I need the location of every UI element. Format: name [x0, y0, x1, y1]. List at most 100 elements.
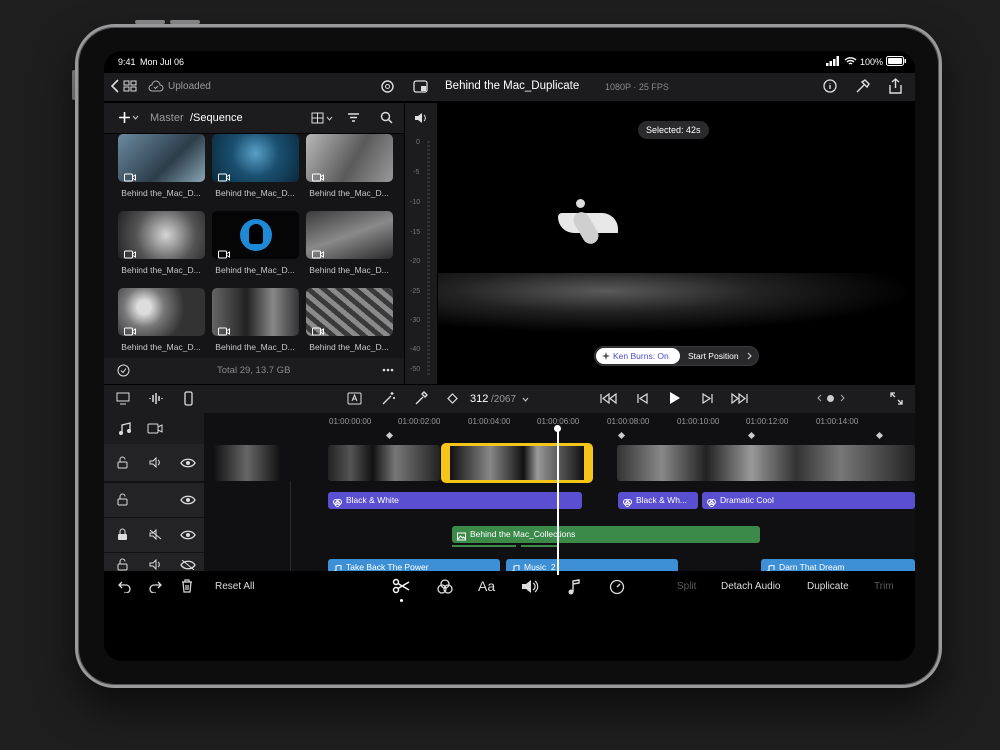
duplicate-button[interactable]: Duplicate — [807, 581, 849, 592]
trash-icon[interactable] — [181, 579, 193, 593]
phone-icon[interactable] — [184, 391, 193, 406]
select-check-icon[interactable] — [117, 364, 130, 377]
mute-icon[interactable] — [149, 529, 162, 540]
magic-wand-icon[interactable] — [381, 391, 396, 406]
music-icon[interactable] — [118, 422, 132, 436]
music-note-icon — [766, 563, 775, 571]
monitor-icon[interactable] — [116, 392, 130, 405]
media-thumb[interactable] — [306, 288, 393, 336]
eyedropper-icon[interactable] — [414, 391, 428, 406]
info-icon[interactable] — [823, 79, 837, 93]
audio-clip-darn-that-dream[interactable]: Darn That Dream — [761, 559, 915, 571]
playhead-knob[interactable] — [554, 425, 561, 432]
settings-icon[interactable] — [380, 79, 395, 94]
volume-icon[interactable] — [149, 559, 162, 570]
water-reflection — [438, 273, 915, 333]
volume-icon[interactable] — [414, 112, 428, 124]
video-clip[interactable] — [617, 445, 915, 481]
share-icon[interactable] — [889, 78, 902, 94]
keyframe-icon[interactable] — [447, 393, 458, 404]
page-dot[interactable] — [827, 395, 834, 402]
expand-icon[interactable] — [890, 392, 903, 405]
video-clip[interactable] — [328, 445, 440, 481]
layout-icon[interactable] — [413, 80, 428, 93]
text-box-icon[interactable] — [347, 392, 362, 405]
back-icon[interactable] — [110, 79, 120, 93]
music-note-icon[interactable] — [568, 579, 580, 595]
video-icon — [218, 169, 230, 182]
marker-diamond[interactable] — [747, 431, 756, 440]
add-icon[interactable] — [118, 111, 131, 124]
redo-icon[interactable] — [149, 580, 162, 593]
waveform-icon[interactable] — [149, 392, 163, 405]
filter-clip-dramatic-cool[interactable]: Dramatic Cool — [702, 492, 915, 509]
meter-tick: -15 — [410, 229, 421, 236]
text-tool-icon[interactable]: Aa — [478, 578, 495, 594]
media-thumb[interactable] — [118, 288, 205, 336]
start-position-label[interactable]: Start Position — [688, 351, 739, 361]
scissors-icon[interactable] — [392, 578, 410, 594]
playhead[interactable] — [557, 427, 559, 571]
media-thumb[interactable] — [306, 134, 393, 182]
step-forward-icon[interactable] — [702, 393, 713, 404]
media-thumb-label: Behind the_Mac_D... — [309, 265, 389, 275]
selected-clip[interactable] — [441, 443, 593, 483]
breadcrumb-master[interactable]: Master — [150, 112, 184, 124]
undo-icon[interactable] — [118, 580, 131, 593]
chevron-down-icon[interactable] — [522, 397, 529, 402]
filter-clip-black-white-2[interactable]: Black & Wh... — [618, 492, 698, 509]
unlock-icon[interactable] — [117, 493, 128, 506]
filter-clip-black-white[interactable]: Black & White — [328, 492, 582, 509]
unlock-icon[interactable] — [117, 456, 128, 469]
split-button[interactable]: Split — [677, 581, 696, 592]
status-time: 9:41 — [118, 57, 136, 67]
chevron-right-icon[interactable] — [840, 394, 845, 402]
chevron-down-icon[interactable] — [326, 116, 333, 121]
media-thumb-label: Behind the_Mac_D... — [309, 188, 389, 198]
overlay-clip-collections[interactable]: Behind the Mac_Collections — [452, 526, 760, 543]
project-title[interactable]: Behind the Mac_Duplicate — [445, 80, 579, 92]
eye-slash-icon[interactable] — [180, 560, 196, 570]
eye-icon[interactable] — [180, 495, 196, 505]
skip-end-icon[interactable] — [730, 393, 748, 404]
media-thumb[interactable] — [212, 211, 299, 259]
media-thumb[interactable] — [118, 134, 205, 182]
view-grid-icon[interactable] — [311, 112, 324, 124]
media-thumb[interactable] — [118, 211, 205, 259]
eye-icon[interactable] — [180, 530, 196, 540]
marker-diamond[interactable] — [385, 431, 394, 440]
media-thumb[interactable] — [306, 211, 393, 259]
media-thumb[interactable] — [212, 134, 299, 182]
grid-icon[interactable] — [123, 80, 137, 92]
skip-start-icon[interactable] — [600, 393, 618, 404]
color-filter-icon[interactable] — [437, 579, 453, 595]
trim-button[interactable]: Trim — [874, 581, 894, 592]
unlock-icon[interactable] — [117, 558, 128, 571]
audio-clip-music-2[interactable]: Music_2 — [506, 559, 678, 571]
marker-diamond[interactable] — [875, 431, 884, 440]
video-viewer[interactable]: Selected: 42s Ken Burns: On Start Positi… — [438, 103, 915, 384]
current-frame[interactable]: 312 — [470, 393, 488, 405]
more-icon[interactable] — [382, 368, 394, 372]
audio-clip-take-back[interactable]: Take Back The Power — [328, 559, 500, 571]
step-back-icon[interactable] — [637, 393, 648, 404]
reset-all-button[interactable]: Reset All — [215, 581, 254, 592]
hammer-icon[interactable] — [855, 79, 870, 94]
video-icon — [124, 169, 136, 182]
timeline[interactable]: 01:00:00:00 01:00:02:00 01:00:04:00 01:0… — [104, 413, 915, 571]
eye-icon[interactable] — [180, 458, 196, 468]
detach-audio-button[interactable]: Detach Audio — [721, 581, 781, 592]
media-thumb[interactable] — [212, 288, 299, 336]
chevron-left-icon[interactable] — [817, 394, 822, 402]
volume-icon[interactable] — [149, 457, 162, 468]
marker-diamond[interactable] — [617, 431, 626, 440]
camera-icon[interactable] — [147, 422, 163, 435]
filter-icon[interactable] — [347, 112, 360, 123]
speed-icon[interactable] — [609, 579, 625, 595]
lock-icon[interactable] — [117, 528, 128, 541]
search-icon[interactable] — [380, 111, 393, 124]
play-icon[interactable] — [669, 391, 681, 405]
audio-volume-icon[interactable] — [521, 579, 539, 594]
chevron-down-icon[interactable] — [132, 115, 139, 120]
video-clip[interactable] — [214, 445, 280, 481]
